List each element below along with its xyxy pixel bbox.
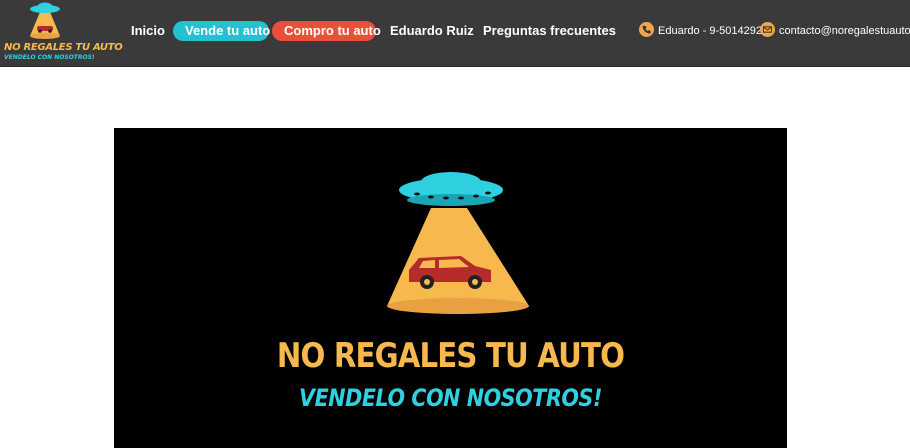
nav-vende-tu-auto[interactable]: Vende tu auto <box>173 21 270 41</box>
nav-eduardo-ruiz[interactable]: Eduardo Ruiz <box>390 21 474 41</box>
contact-phone[interactable]: Eduardo - 9-50142920 <box>658 21 768 41</box>
logo-title: NO REGALES TU AUTO <box>4 42 123 53</box>
logo-subtitle: VENDELO CON NOSOTROS! <box>4 54 95 61</box>
hero-title: NO REGALES TU AUTO <box>276 336 625 376</box>
top-navbar: NO REGALES TU AUTO VENDELO CON NOSOTROS!… <box>0 0 910 67</box>
ufo-logo-icon <box>30 2 60 39</box>
nav-preguntas-frecuentes[interactable]: Preguntas frecuentes <box>483 21 616 41</box>
ufo-car-illustration <box>387 172 529 314</box>
nav-inicio[interactable]: Inicio <box>131 21 165 41</box>
hero-subtitle: VENDELO CON NOSOTROS! <box>299 384 602 412</box>
contact-email[interactable]: contacto@noregalestuauto.cl <box>779 21 910 41</box>
nav-compro-tu-auto[interactable]: Compro tu auto <box>272 21 381 41</box>
phone-icon <box>639 22 654 37</box>
site-logo[interactable]: NO REGALES TU AUTO VENDELO CON NOSOTROS! <box>4 2 123 64</box>
envelope-icon <box>760 22 775 37</box>
hero-video[interactable]: NO REGALES TU AUTO VENDELO CON NOSOTROS! <box>114 128 787 448</box>
